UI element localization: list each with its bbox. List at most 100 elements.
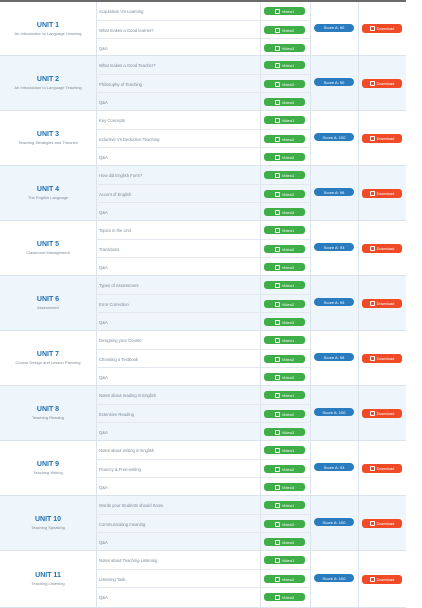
download-cell: Download: [358, 331, 406, 385]
download-button[interactable]: Download: [362, 353, 402, 363]
video-button[interactable]: Video1: [264, 116, 305, 124]
download-button[interactable]: Download: [362, 518, 402, 528]
video-label: Video1: [281, 392, 295, 398]
lesson-title: How did English Form?: [99, 172, 143, 178]
video-button[interactable]: Video3: [264, 483, 305, 491]
videos-cell: Video1 Video2 Video3: [260, 276, 311, 330]
download-icon: [369, 410, 375, 416]
video-button[interactable]: Video3: [264, 428, 305, 436]
video-button[interactable]: Video3: [264, 263, 305, 271]
video-button[interactable]: Video2: [264, 135, 305, 143]
lesson-title: Transitions: [99, 246, 120, 252]
video-button[interactable]: Video3: [264, 593, 305, 601]
video-button[interactable]: Video2: [264, 575, 305, 583]
videos-cell: Video1 Video2 Video3: [260, 166, 311, 220]
video-button[interactable]: Video1: [264, 61, 305, 69]
video-button[interactable]: Video2: [264, 300, 305, 308]
video-label: Video1: [281, 227, 295, 233]
video-button[interactable]: Video3: [264, 44, 305, 52]
unit-title: UNIT 11: [35, 572, 61, 579]
video-button[interactable]: Video3: [264, 98, 305, 106]
play-icon: [274, 172, 280, 178]
play-icon: [274, 191, 280, 197]
score-badge: Score A: 90: [314, 23, 354, 32]
video-button[interactable]: Video2: [264, 465, 305, 473]
video-button[interactable]: Video1: [264, 281, 305, 289]
unit-title: UNIT 1: [36, 21, 60, 29]
video-button[interactable]: Video1: [264, 556, 305, 564]
video-button[interactable]: Video3: [264, 538, 305, 546]
lesson-title: Q&A: [99, 594, 108, 600]
video-button[interactable]: Video2: [264, 355, 305, 363]
score-cell: Score A: 96: [310, 166, 359, 220]
score-cell: Score A: 100: [310, 551, 359, 607]
course-table: UNIT 1 An Introduction to Language Learn…: [0, 0, 406, 608]
unit-cell: UNIT 9 Teaching Writing: [0, 441, 97, 495]
lesson-title: What makes a Good Teacher?: [99, 62, 156, 68]
video-button[interactable]: Video1: [264, 226, 305, 234]
video-button[interactable]: Video2: [264, 410, 305, 418]
download-label: Download: [376, 410, 395, 416]
download-cell: Download: [358, 441, 406, 495]
videos-cell: Video1 Video2 Video3: [260, 551, 311, 607]
download-button[interactable]: Download: [362, 133, 402, 143]
download-button[interactable]: Download: [362, 408, 402, 418]
video-button[interactable]: Video2: [264, 245, 305, 253]
unit-cell: UNIT 1 An Introduction to Language Learn…: [0, 2, 97, 55]
video-button[interactable]: Video1: [264, 171, 305, 179]
unit-row: UNIT 4 The English Language How did Engl…: [0, 166, 406, 221]
video-label: Video1: [281, 337, 295, 343]
unit-title: UNIT 2: [36, 76, 60, 83]
video-button[interactable]: Video3: [264, 153, 305, 161]
download-button[interactable]: Download: [362, 188, 402, 198]
download-button[interactable]: Download: [362, 574, 402, 584]
download-cell: Download: [358, 386, 406, 440]
lesson-title: Choosing a Textbook: [99, 356, 139, 362]
lesson-title: Q&A: [99, 45, 108, 51]
download-button[interactable]: Download: [362, 78, 402, 88]
unit-cell: UNIT 11 Teaching Listening: [0, 551, 97, 607]
play-icon: [274, 99, 280, 105]
video-label: Video1: [281, 117, 295, 123]
download-button[interactable]: Download: [362, 298, 402, 308]
videos-cell: Video1 Video2 Video3: [260, 56, 311, 110]
video-button[interactable]: Video1: [264, 501, 305, 509]
lesson-title: Q&A: [99, 484, 108, 490]
download-button[interactable]: Download: [362, 463, 402, 473]
download-icon: [369, 80, 375, 86]
download-label: Download: [376, 465, 395, 471]
video-label: Video3: [281, 154, 295, 160]
play-icon: [274, 45, 280, 51]
video-button[interactable]: Video2: [264, 26, 305, 34]
video-button[interactable]: Video1: [264, 7, 305, 15]
unit-subtitle: An Introduction to Language Learning: [14, 30, 82, 36]
download-cell: Download: [358, 56, 406, 110]
score-cell: Score A: 100: [310, 386, 359, 440]
lessons-cell: Notes about writing in English Fluency &…: [96, 441, 261, 495]
lesson-title: Accent of English: [99, 191, 132, 197]
video-button[interactable]: Video3: [264, 373, 305, 381]
video-button[interactable]: Video2: [264, 80, 305, 88]
video-button[interactable]: Video1: [264, 336, 305, 344]
download-button[interactable]: Download: [362, 24, 402, 33]
video-button[interactable]: Video3: [264, 318, 305, 326]
score-cell: Score A: 93: [310, 221, 359, 275]
video-button[interactable]: Video2: [264, 520, 305, 528]
download-cell: Download: [358, 2, 406, 55]
download-button[interactable]: Download: [362, 243, 402, 253]
download-icon: [369, 465, 375, 471]
video-label: Video3: [281, 594, 295, 600]
video-button[interactable]: Video1: [264, 391, 305, 399]
unit-title: UNIT 9: [36, 461, 60, 468]
download-cell: Download: [358, 551, 406, 607]
score-badge: Score A: 100: [314, 574, 354, 582]
videos-cell: Video1 Video2 Video3: [260, 111, 311, 165]
unit-row: UNIT 2 An Introduction to Language Teach…: [0, 56, 406, 111]
lessons-cell: Designing your Course Choosing a Textboo…: [96, 331, 261, 385]
video-button[interactable]: Video3: [264, 208, 305, 216]
unit-row: UNIT 7 Course Design and Lesson Planning…: [0, 331, 406, 386]
video-button[interactable]: Video2: [264, 190, 305, 198]
video-button[interactable]: Video1: [264, 446, 305, 454]
play-icon: [274, 576, 280, 582]
play-icon: [274, 209, 280, 215]
